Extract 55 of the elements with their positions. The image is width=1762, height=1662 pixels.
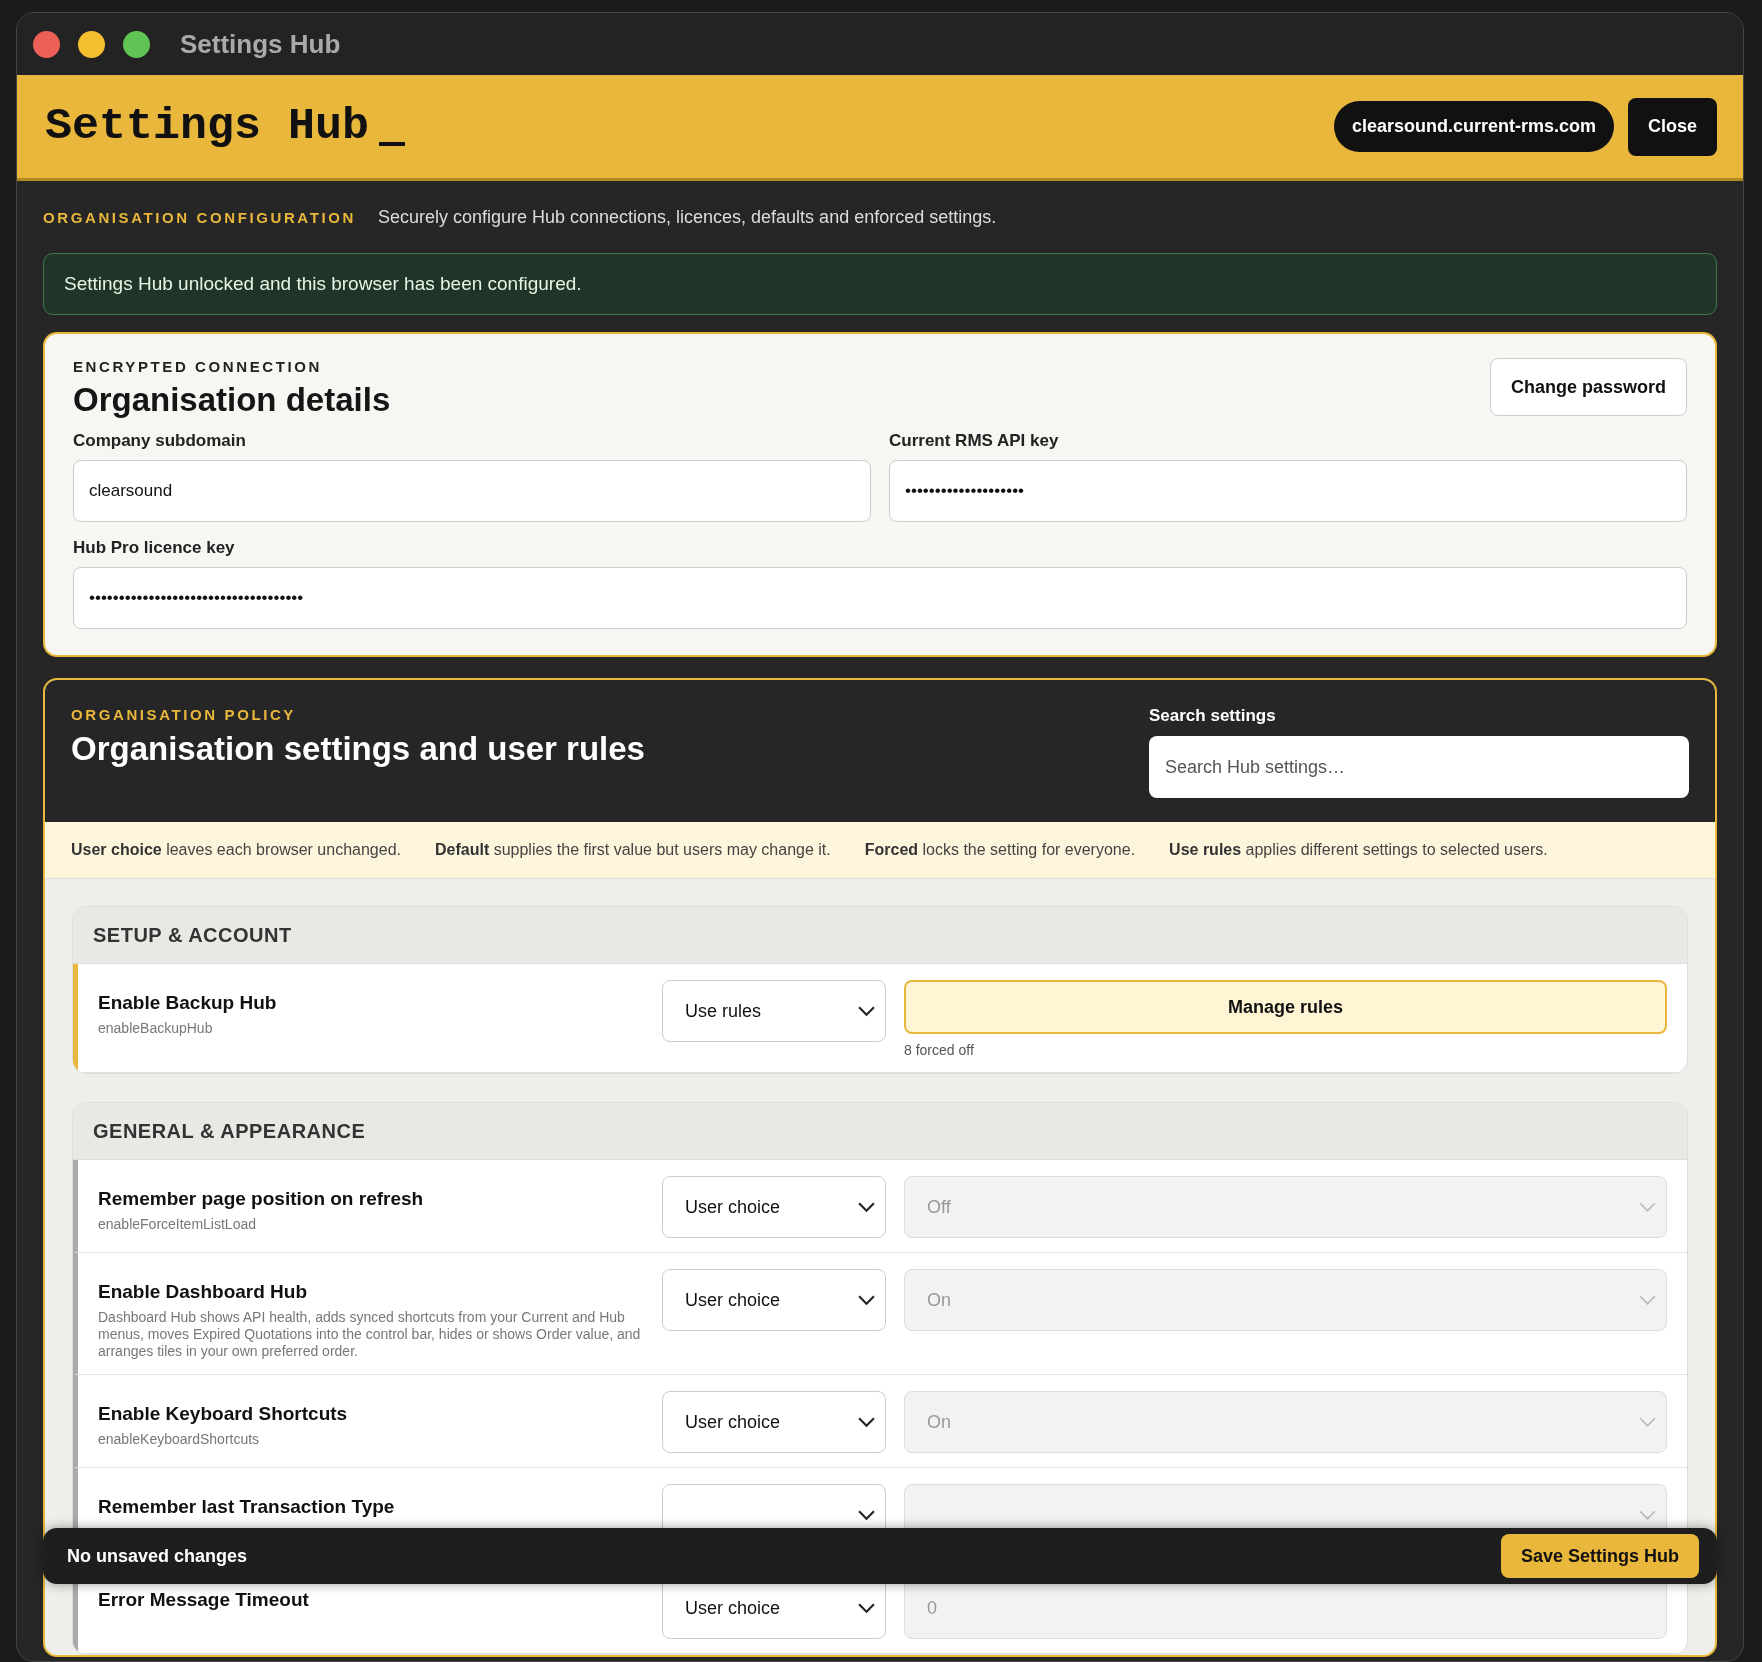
close-button[interactable]: Close xyxy=(1627,97,1717,156)
chevron-icon xyxy=(858,1005,875,1017)
setting-title: Remember page position on refresh xyxy=(98,1188,425,1210)
rules-note: 8 forced off xyxy=(904,1042,975,1058)
input-field[interactable]: •••••••••••••••••••••••••••••••••••• xyxy=(73,567,1687,629)
page-title: Settings Hub xyxy=(45,101,370,152)
setting-description: Dashboard Hub shows API health, adds synced shortcuts from your Current and Hub menus, moves Expired Quotations into the control bar, hides or shows Order value, and arranges tiles in your own preferred order. xyxy=(98,1309,642,1360)
setting-title: Error Message Timeout xyxy=(98,1589,310,1611)
chevron-icon xyxy=(1639,1416,1656,1428)
chevron-icon xyxy=(1639,1294,1656,1306)
legend-text: User choice leaves each browser unchanged. xyxy=(71,841,401,859)
card-eyebrow: ENCRYPTED CONNECTION xyxy=(73,358,323,375)
field-label: Company subdomain xyxy=(73,431,247,451)
manage-rules-button[interactable]: Manage rules xyxy=(904,980,1667,1034)
setting-description: enableKeyboardShortcuts xyxy=(98,1431,261,1448)
mode-dropdown[interactable]: Use rules xyxy=(662,980,886,1042)
chevron-icon xyxy=(858,1509,875,1521)
setting-title: Enable Dashboard Hub xyxy=(98,1281,309,1303)
chevron-icon xyxy=(1639,1509,1656,1521)
chevron-icon xyxy=(858,1294,875,1306)
intro-text: Securely configure Hub connections, licences, defaults and enforced settings. xyxy=(377,206,997,228)
minimize-window-icon[interactable] xyxy=(78,30,105,58)
chevron-icon xyxy=(858,1602,875,1614)
chevron-icon xyxy=(1639,1201,1656,1213)
field-label: Hub Pro licence key xyxy=(73,538,236,558)
section-eyebrow: ORGANISATION CONFIGURATION xyxy=(43,208,356,226)
setting-title: Enable Keyboard Shortcuts xyxy=(98,1403,349,1425)
setting-title: Enable Backup Hub xyxy=(98,992,278,1014)
field-label: Search settings xyxy=(1149,706,1277,726)
field-label: Current RMS API key xyxy=(889,431,1060,451)
input-field[interactable]: clearsound xyxy=(73,460,871,522)
chevron-icon xyxy=(858,1416,875,1428)
close-window-icon[interactable] xyxy=(33,30,60,58)
window-title: Settings Hub xyxy=(180,28,341,60)
cursor-icon xyxy=(379,141,406,146)
setting-title: Remember last Transaction Type xyxy=(98,1496,396,1518)
save-status: No unsaved changes xyxy=(67,1545,248,1567)
card-title: Organisation details xyxy=(73,381,391,419)
change-password-button[interactable]: Change password xyxy=(1489,358,1687,416)
legend-text: Forced locks the setting for everyone. xyxy=(864,841,1136,859)
domain-badge: clearsound.current-rms.com xyxy=(1333,101,1614,152)
section-title: GENERAL & APPEARANCE xyxy=(73,1103,1687,1160)
success-alert: Settings Hub unlocked and this browser has been configured. xyxy=(43,253,1717,315)
input-field[interactable]: •••••••••••••••••••• xyxy=(889,460,1687,522)
legend-text: Use rules applies different settings to selected users. xyxy=(1169,841,1548,859)
card-eyebrow: ORGANISATION POLICY xyxy=(71,706,297,723)
setting-description: enableForceItemListLoad xyxy=(98,1216,257,1233)
save-button[interactable]: Save Settings Hub xyxy=(1500,1534,1699,1578)
card-title: Organisation settings and user rules xyxy=(71,730,645,768)
section-title: SETUP & ACCOUNT xyxy=(73,907,1687,964)
chevron-icon xyxy=(858,1201,875,1213)
zoom-window-icon[interactable] xyxy=(123,30,150,58)
search-field[interactable]: Search Hub settings… xyxy=(1149,736,1689,798)
legend-text: Default supplies the first value but users may change it. xyxy=(435,841,831,859)
setting-description: enableBackupHub xyxy=(98,1020,214,1037)
